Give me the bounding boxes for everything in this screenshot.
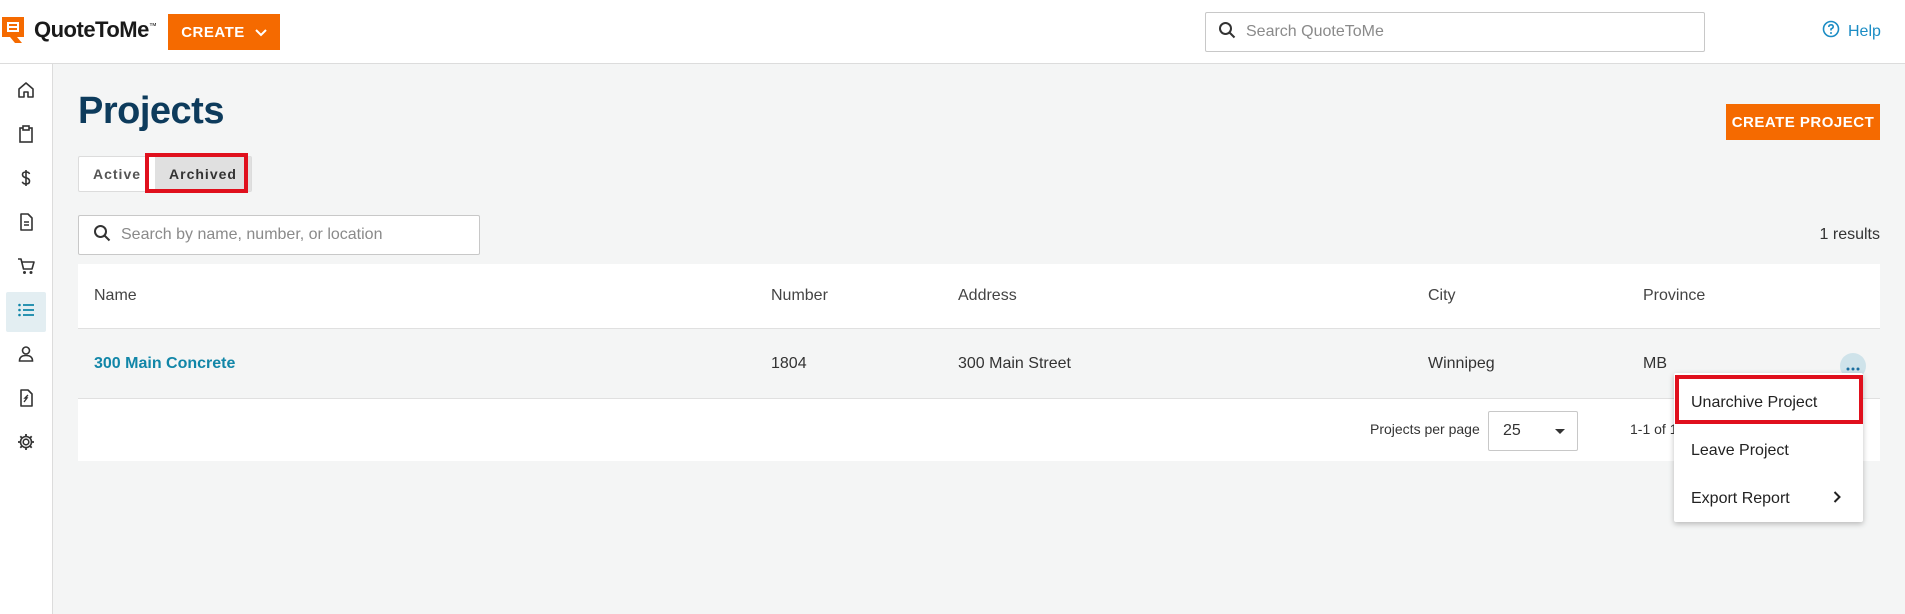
pagination-range: 1-1 of 1 — [1630, 421, 1678, 437]
app-logo[interactable]: QuoteToMe™ — [0, 14, 157, 46]
report-icon — [16, 388, 36, 413]
table-header: Name Number Address City Province — [78, 264, 1880, 329]
help-label: Help — [1848, 22, 1881, 40]
tab-archived[interactable]: Archived — [155, 157, 251, 191]
quotetome-logo-icon — [0, 15, 26, 45]
column-header-address[interactable]: Address — [958, 264, 1017, 328]
search-icon — [93, 224, 111, 247]
page-title: Projects — [78, 90, 224, 132]
caret-down-icon — [1555, 422, 1565, 440]
table-pagination: Projects per page 25 1-1 of 1 — [78, 399, 1880, 461]
project-number: 1804 — [771, 354, 807, 372]
app-name: QuoteToMe™ — [34, 17, 157, 42]
top-bar: QuoteToMe™ CREATE Help — [0, 0, 1905, 64]
column-header-name[interactable]: Name — [94, 264, 137, 328]
sidebar-item-projects[interactable] — [6, 292, 46, 332]
dollar-icon — [16, 168, 36, 193]
menu-item-export-report[interactable]: Export Report — [1674, 477, 1863, 521]
column-header-province[interactable]: Province — [1643, 264, 1705, 328]
column-header-number[interactable]: Number — [771, 264, 828, 328]
sidebar-item-settings[interactable] — [6, 424, 46, 464]
project-province: MB — [1643, 354, 1667, 372]
help-icon — [1822, 20, 1840, 43]
sidebar — [0, 64, 53, 614]
project-status-tabs: Active Archived — [78, 156, 252, 192]
chevron-down-icon — [255, 24, 267, 41]
search-icon — [1218, 21, 1236, 44]
per-page-label: Projects per page — [1370, 421, 1480, 437]
project-city: Winnipeg — [1428, 354, 1495, 372]
projects-table: Name Number Address City Province 300 Ma… — [78, 264, 1880, 461]
column-header-city[interactable]: City — [1428, 264, 1456, 328]
help-link[interactable]: Help — [1822, 20, 1881, 43]
list-icon — [16, 300, 36, 325]
menu-item-label: Unarchive Project — [1691, 394, 1818, 411]
row-actions-menu: Unarchive Project Leave Project Export R… — [1674, 373, 1863, 522]
menu-item-label: Export Report — [1691, 490, 1790, 507]
global-search-input[interactable] — [1246, 23, 1686, 41]
tab-active[interactable]: Active — [79, 157, 155, 191]
more-horizontal-icon — [1846, 358, 1860, 374]
project-name-link[interactable]: 300 Main Concrete — [94, 329, 235, 398]
menu-item-unarchive-project[interactable]: Unarchive Project — [1674, 381, 1863, 425]
per-page-select[interactable]: 25 — [1488, 411, 1578, 451]
create-project-button[interactable]: CREATE PROJECT — [1726, 104, 1880, 140]
project-search-input[interactable] — [121, 226, 471, 244]
sidebar-item-home[interactable] — [6, 72, 46, 112]
create-button[interactable]: CREATE — [168, 14, 280, 50]
cart-icon — [16, 256, 36, 281]
project-address: 300 Main Street — [958, 354, 1071, 372]
gear-icon — [16, 432, 36, 457]
sidebar-item-orders[interactable] — [6, 248, 46, 288]
document-icon — [16, 212, 36, 237]
sidebar-item-pricing[interactable] — [6, 160, 46, 200]
home-icon — [16, 80, 36, 105]
sidebar-item-contacts[interactable] — [6, 336, 46, 376]
results-count: 1 results — [1819, 226, 1880, 243]
global-search[interactable] — [1205, 12, 1705, 52]
sidebar-item-reports[interactable] — [6, 380, 46, 420]
menu-item-label: Leave Project — [1691, 442, 1789, 459]
sidebar-item-quotes[interactable] — [6, 116, 46, 156]
table-row[interactable]: 300 Main Concrete 1804 300 Main Street W… — [78, 329, 1880, 399]
clipboard-icon — [16, 124, 36, 149]
chevron-right-icon — [1833, 490, 1841, 508]
menu-item-leave-project[interactable]: Leave Project — [1674, 429, 1863, 473]
sidebar-item-documents[interactable] — [6, 204, 46, 244]
person-icon — [16, 344, 36, 369]
project-search[interactable] — [78, 215, 480, 255]
create-button-label: CREATE — [181, 23, 245, 41]
per-page-value: 25 — [1503, 422, 1521, 439]
